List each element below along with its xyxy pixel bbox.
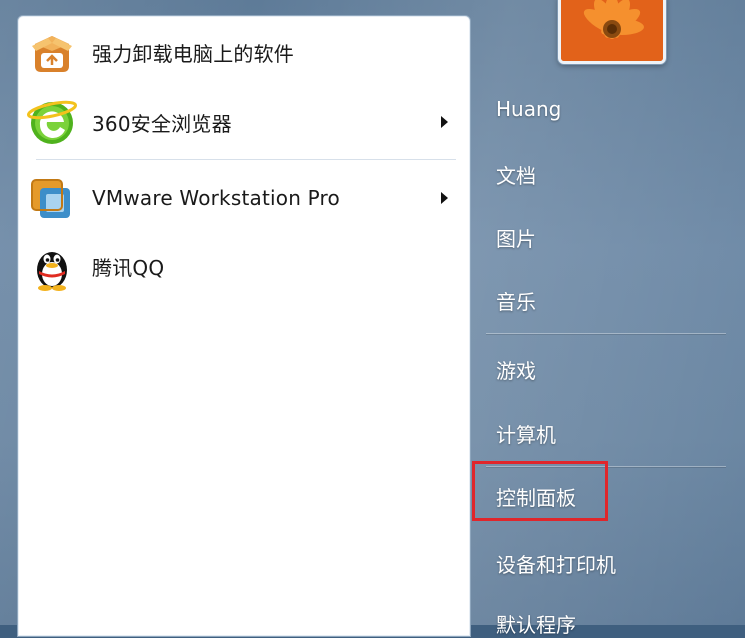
program-item-uninstaller[interactable]: 强力卸载电脑上的软件	[26, 22, 462, 82]
submenu-arrow-icon[interactable]	[441, 116, 448, 128]
user-name-link[interactable]: Huang	[496, 97, 561, 121]
music-link[interactable]: 音乐	[496, 286, 536, 315]
programs-pane: 强力卸载电脑上的软件 360安全浏览器 VMware Workstation P…	[17, 15, 471, 637]
program-item-vmware[interactable]: VMware Workstation Pro	[26, 168, 462, 228]
uninstall-box-icon	[26, 26, 78, 78]
program-item-qq[interactable]: 腾讯QQ	[26, 236, 462, 296]
separator	[486, 333, 726, 334]
pictures-link[interactable]: 图片	[496, 223, 536, 252]
program-label: VMware Workstation Pro	[92, 186, 340, 210]
program-item-360-browser[interactable]: 360安全浏览器	[26, 92, 462, 152]
submenu-arrow-icon[interactable]	[441, 192, 448, 204]
program-label: 360安全浏览器	[92, 111, 232, 136]
places-pane: Huang 文档 图片 音乐 游戏 计算机 控制面板 设备和打印机 默认程序	[470, 0, 745, 637]
separator	[36, 159, 456, 160]
program-label: 腾讯QQ	[92, 255, 165, 280]
vmware-icon	[26, 172, 78, 224]
360-browser-icon	[26, 96, 78, 148]
games-link[interactable]: 游戏	[496, 355, 536, 384]
documents-link[interactable]: 文档	[496, 160, 536, 189]
default-programs-link[interactable]: 默认程序	[496, 609, 576, 638]
program-label: 强力卸载电脑上的软件	[92, 41, 294, 66]
devices-printers-link[interactable]: 设备和打印机	[496, 549, 616, 578]
qq-penguin-icon	[26, 240, 78, 292]
computer-link[interactable]: 计算机	[496, 419, 556, 448]
highlight-box	[472, 461, 608, 521]
